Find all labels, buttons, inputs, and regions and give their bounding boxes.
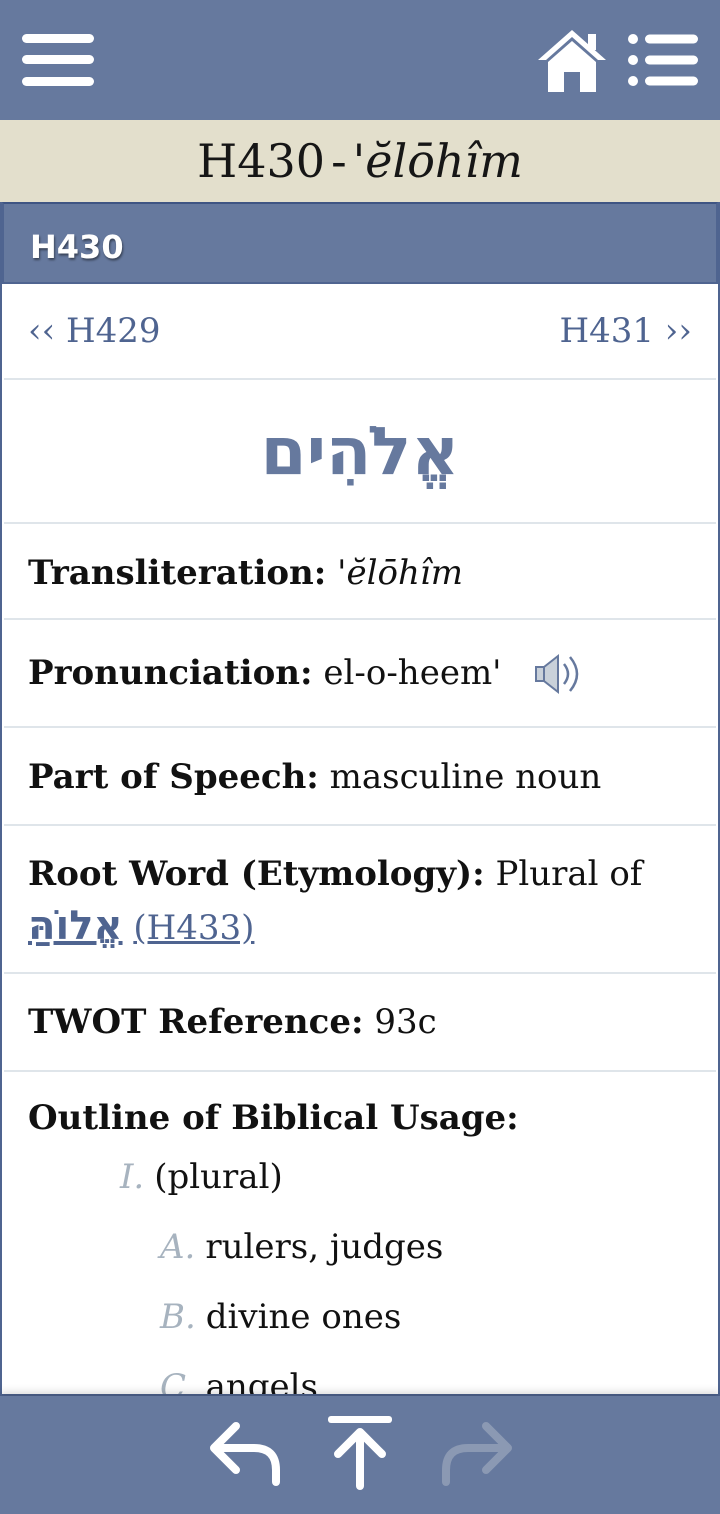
outline-marker: A.: [160, 1227, 196, 1267]
outline-item: I. (plural): [28, 1142, 692, 1212]
pronunciation-value: el-o-heem': [323, 653, 502, 693]
top-bar: [0, 0, 720, 120]
page-title: H430-'ĕlōhîm: [0, 120, 720, 202]
hebrew-word: אֱלֹהִים: [260, 413, 460, 490]
prev-entry-link[interactable]: ‹‹ H429: [28, 311, 161, 351]
bottom-bar: [0, 1396, 720, 1514]
forward-arrow-icon[interactable]: [436, 1418, 516, 1488]
title-bar: H430-'ĕlōhîm: [0, 120, 720, 202]
transliteration-label: Transliteration:: [28, 553, 327, 593]
transliteration-row: Transliteration: 'ĕlōhîm: [4, 524, 716, 620]
twot-row: TWOT Reference: 93c: [4, 974, 716, 1072]
pronunciation-row: Pronunciation: el-o-heem': [4, 620, 716, 728]
root-ref-link[interactable]: (H433): [133, 908, 254, 948]
outline-marker: C.: [160, 1367, 196, 1396]
root-word-row: Root Word (Etymology): Plural of אֱלוֹהַ…: [4, 826, 716, 974]
outline-section: Outline of Biblical Usage: I. (plural) A.…: [4, 1072, 716, 1396]
next-entry-link[interactable]: H431 ››: [559, 311, 692, 351]
outline-text: (plural): [154, 1157, 283, 1197]
pos-label: Part of Speech:: [28, 757, 319, 797]
outline-marker: I.: [120, 1157, 145, 1197]
root-label: Root Word (Etymology):: [28, 854, 485, 894]
transliteration-value: 'ĕlōhîm: [337, 553, 463, 593]
twot-label: TWOT Reference:: [28, 1002, 364, 1042]
lexicon-panel: H430 ‹‹ H429 H431 ›› אֱלֹהִים Transliter…: [0, 202, 720, 1396]
root-hebrew-link[interactable]: אֱלוֹהַּ: [28, 903, 123, 949]
pronunciation-label: Pronunciation:: [28, 653, 313, 693]
outline-item: A. rulers, judges: [28, 1212, 692, 1282]
title-code: H430: [197, 134, 326, 188]
title-transliteration: 'ĕlōhîm: [352, 134, 523, 188]
hebrew-word-row: אֱלֹהִים: [4, 380, 716, 524]
pos-value: masculine noun: [329, 757, 602, 797]
outline-text: angels: [205, 1367, 319, 1396]
panel-header-label: H430: [30, 228, 124, 266]
outline-item: B. divine ones: [28, 1282, 692, 1352]
outline-text: divine ones: [205, 1297, 402, 1337]
entry-navigation: ‹‹ H429 H431 ››: [4, 284, 716, 380]
scroll-top-icon[interactable]: [326, 1414, 394, 1490]
outline-text: rulers, judges: [205, 1227, 444, 1267]
outline-item: C. angels: [28, 1352, 692, 1396]
outline-label: Outline of Biblical Usage:: [28, 1098, 519, 1138]
root-text: Plural of: [495, 854, 643, 894]
hamburger-menu-icon[interactable]: [22, 34, 94, 86]
home-icon[interactable]: [536, 26, 608, 94]
part-of-speech-row: Part of Speech: masculine noun: [4, 728, 716, 826]
panel-header: H430: [2, 202, 718, 284]
speaker-icon[interactable]: [532, 651, 590, 695]
back-arrow-icon[interactable]: [206, 1418, 286, 1488]
title-separator: -: [331, 134, 347, 188]
list-icon[interactable]: [628, 34, 698, 86]
outline-marker: B.: [160, 1297, 196, 1337]
twot-value: 93c: [374, 1002, 437, 1042]
